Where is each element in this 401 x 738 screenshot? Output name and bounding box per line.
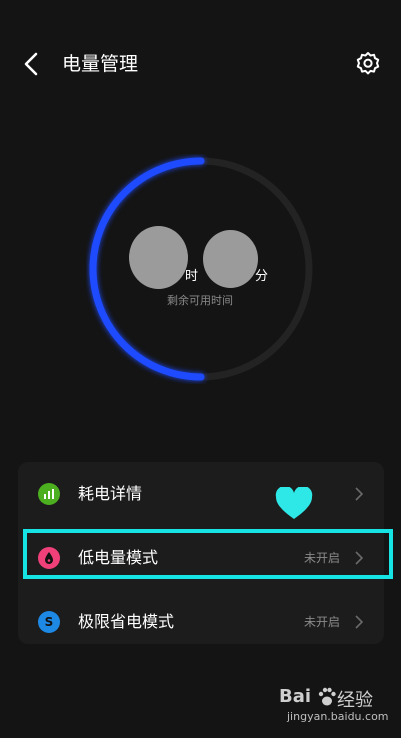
page-title: 电量管理 xyxy=(62,53,139,75)
battery-ring xyxy=(89,157,313,381)
menu-item-label: 极限省电模式 xyxy=(78,612,175,631)
chevron-right-icon xyxy=(355,487,364,501)
watermark-logo-right: 经验 xyxy=(337,690,373,711)
watermark-logo-left: Bai xyxy=(279,686,312,707)
minutes-value-redacted xyxy=(203,230,258,288)
app-header: 电量管理 xyxy=(0,40,401,88)
menu-item-ultra-power-saving-mode[interactable]: S 极限省电模式 未开启 xyxy=(18,592,384,650)
menu-item-power-usage-details[interactable]: 耗电详情 xyxy=(18,464,384,522)
heart-icon xyxy=(275,487,313,519)
baidu-jingyan-watermark: Bai 经验 jingyan.baidu.com xyxy=(279,686,397,726)
paw-icon xyxy=(318,687,336,706)
s-icon: S xyxy=(38,611,60,633)
watermark-url: jingyan.baidu.com xyxy=(287,710,389,723)
menu-item-label: 耗电详情 xyxy=(78,484,143,503)
remaining-time-label: 剩余可用时间 xyxy=(167,294,233,307)
highlight-box xyxy=(23,529,393,579)
status-text: 未开启 xyxy=(303,615,340,629)
back-arrow-icon[interactable] xyxy=(20,50,44,78)
chevron-right-icon xyxy=(355,615,364,629)
minutes-unit: 分 xyxy=(255,269,269,284)
settings-gear-icon[interactable] xyxy=(354,50,382,78)
bar-chart-icon xyxy=(38,483,60,505)
hours-value-redacted xyxy=(129,226,188,289)
hours-unit: 时 xyxy=(185,269,199,284)
